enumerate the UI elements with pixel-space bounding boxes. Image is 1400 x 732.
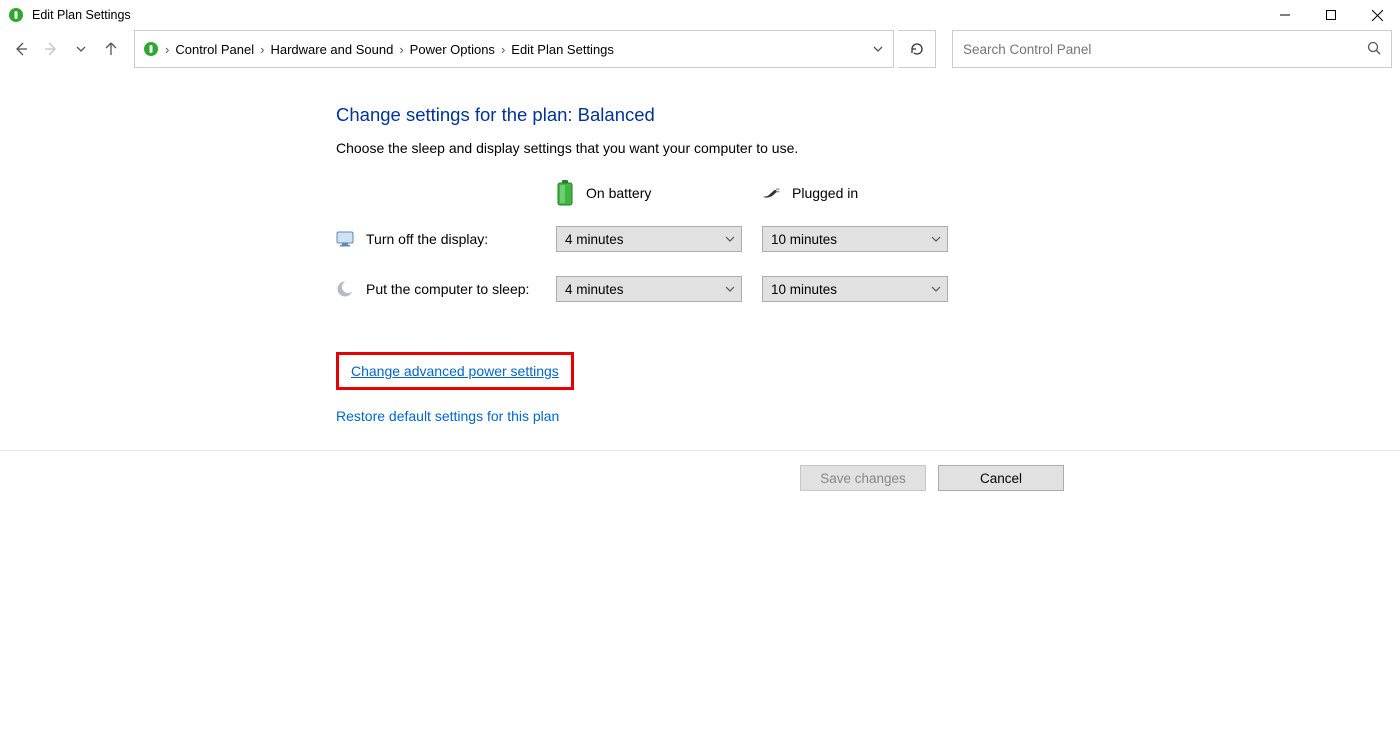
title-bar: Edit Plan Settings [0, 0, 1400, 30]
display-battery-value: 4 minutes [565, 232, 624, 247]
maximize-button[interactable] [1308, 0, 1354, 30]
nav-bar: › Control Panel › Hardware and Sound › P… [0, 30, 1400, 68]
display-plugged-value: 10 minutes [771, 232, 837, 247]
back-button[interactable] [8, 36, 34, 62]
link-restore-default-settings[interactable]: Restore default settings for this plan [336, 408, 559, 424]
breadcrumb-power-options[interactable]: Power Options [410, 42, 495, 57]
close-button[interactable] [1354, 0, 1400, 30]
search-box[interactable] [952, 30, 1392, 68]
address-dropdown-button[interactable] [863, 44, 893, 54]
breadcrumb-separator-icon: › [165, 42, 169, 57]
sleep-battery-select[interactable]: 4 minutes [556, 276, 742, 302]
link-advanced-power-settings[interactable]: Change advanced power settings [351, 363, 559, 379]
refresh-button[interactable] [898, 30, 936, 68]
column-header-plugged: Plugged in [762, 184, 948, 202]
window-title: Edit Plan Settings [32, 8, 1262, 22]
search-icon [1367, 41, 1381, 58]
moon-icon [336, 280, 354, 298]
breadcrumb-separator-icon: › [501, 42, 505, 57]
cancel-button[interactable]: Cancel [938, 465, 1064, 491]
chevron-down-icon [931, 232, 941, 247]
battery-icon [556, 184, 574, 202]
links-block: Change advanced power settings Restore d… [336, 352, 1400, 424]
window-controls [1262, 0, 1400, 30]
address-bar[interactable]: › Control Panel › Hardware and Sound › P… [134, 30, 894, 68]
settings-grid: On battery Plugged in Turn off the displ… [336, 184, 1400, 302]
display-icon [336, 230, 354, 248]
column-header-plugged-label: Plugged in [792, 185, 858, 201]
page-subtitle: Choose the sleep and display settings th… [336, 140, 1400, 156]
sleep-plugged-select[interactable]: 10 minutes [762, 276, 948, 302]
row-sleep-label: Put the computer to sleep: [336, 280, 556, 298]
breadcrumb-separator-icon: › [399, 42, 403, 57]
content-area: Change settings for the plan: Balanced C… [0, 68, 1400, 424]
power-plan-icon [143, 41, 159, 57]
chevron-down-icon [931, 282, 941, 297]
row-sleep-text: Put the computer to sleep: [366, 281, 529, 297]
row-display-label: Turn off the display: [336, 230, 556, 248]
power-plan-icon [8, 7, 24, 23]
highlight-box: Change advanced power settings [336, 352, 574, 390]
sleep-plugged-value: 10 minutes [771, 282, 837, 297]
chevron-down-icon [725, 232, 735, 247]
breadcrumb-separator-icon: › [260, 42, 264, 57]
plug-icon [762, 184, 780, 202]
breadcrumb-control-panel[interactable]: Control Panel [175, 42, 254, 57]
display-battery-select[interactable]: 4 minutes [556, 226, 742, 252]
sleep-battery-value: 4 minutes [565, 282, 624, 297]
breadcrumb-hardware-and-sound[interactable]: Hardware and Sound [270, 42, 393, 57]
forward-button[interactable] [38, 36, 64, 62]
recent-locations-button[interactable] [68, 36, 94, 62]
column-header-battery-label: On battery [586, 185, 651, 201]
save-button[interactable]: Save changes [800, 465, 926, 491]
up-button[interactable] [98, 36, 124, 62]
column-header-battery: On battery [556, 184, 742, 202]
page-title: Change settings for the plan: Balanced [336, 104, 1400, 126]
row-display-text: Turn off the display: [366, 231, 488, 247]
breadcrumb-edit-plan-settings[interactable]: Edit Plan Settings [511, 42, 614, 57]
display-plugged-select[interactable]: 10 minutes [762, 226, 948, 252]
button-bar: Save changes Cancel [0, 451, 1400, 491]
search-input[interactable] [963, 42, 1367, 57]
chevron-down-icon [725, 282, 735, 297]
minimize-button[interactable] [1262, 0, 1308, 30]
